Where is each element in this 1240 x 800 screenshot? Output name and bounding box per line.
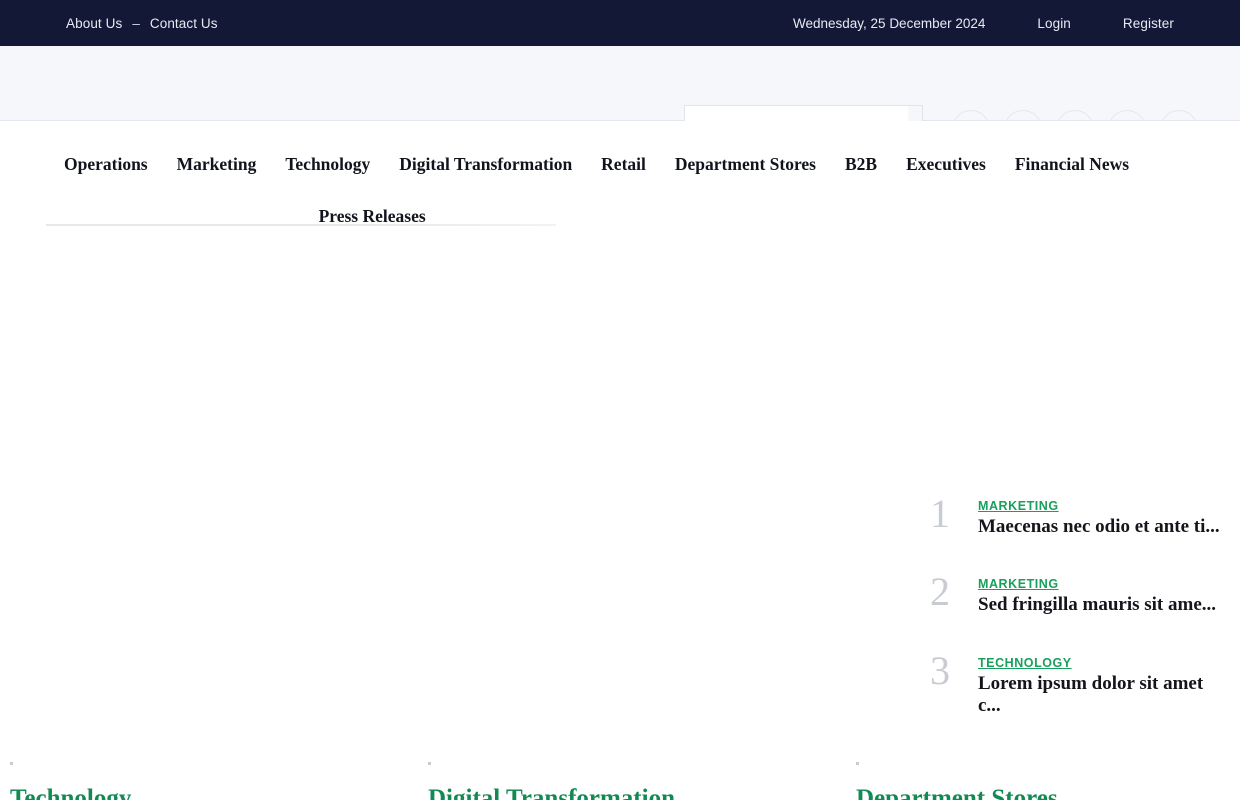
register-link[interactable]: Register: [1123, 16, 1174, 31]
nav-item-press-releases[interactable]: Press Releases: [319, 199, 426, 222]
trending-category[interactable]: MARKETING: [978, 577, 1216, 591]
nav-link-retail[interactable]: Retail: [601, 129, 646, 199]
nav-link-department-stores[interactable]: Department Stores: [675, 129, 816, 199]
trending-title[interactable]: Sed fringilla mauris sit ame...: [978, 594, 1216, 616]
topbar-right-links: Wednesday, 25 December 2024 Login Regist…: [793, 16, 1240, 31]
topbar-separator: –: [132, 15, 140, 31]
trending-title[interactable]: Lorem ipsum dolor sit amet c...: [978, 673, 1230, 718]
trending-rank: 3: [930, 647, 950, 693]
nav-link-trends[interactable]: Trends: [158, 199, 210, 222]
trending-title[interactable]: Maecenas nec odio et ante ti...: [978, 516, 1220, 538]
category-block-department-stores: Department Stores: [12, 757, 1058, 800]
nav-item-financial-news[interactable]: Financial News: [1015, 129, 1129, 199]
nav-item-events[interactable]: Events: [239, 199, 290, 222]
main-navigation: Operations Marketing Technology Digital …: [0, 121, 1240, 222]
nav-item-trends[interactable]: Trends: [158, 199, 210, 222]
nav-link-marketing[interactable]: Marketing: [177, 129, 257, 199]
nav-link-events[interactable]: Events: [239, 199, 290, 222]
nav-item-b2b[interactable]: B2B: [845, 129, 877, 199]
trending-rank: 2: [930, 569, 950, 615]
nav-item-technology[interactable]: Technology: [285, 129, 370, 199]
current-date: Wednesday, 25 December 2024: [793, 15, 986, 31]
topbar-left-links: About Us – Contact Us: [0, 16, 218, 31]
category-heading-row: Technology Digital Transformation Depart…: [0, 757, 1240, 800]
trending-item[interactable]: 2 MARKETING Sed fringilla mauris sit ame…: [930, 572, 1230, 616]
nav-link-podcasts[interactable]: Podcasts: [64, 199, 129, 222]
nav-item-executives[interactable]: Executives: [906, 129, 986, 199]
trending-item[interactable]: 3 TECHNOLOGY Lorem ipsum dolor sit amet …: [930, 647, 1230, 718]
nav-link-press-releases[interactable]: Press Releases: [319, 199, 426, 222]
contact-us-link[interactable]: Contact Us: [150, 16, 218, 31]
trending-body: TECHNOLOGY Lorem ipsum dolor sit amet c.…: [978, 651, 1230, 718]
trending-item[interactable]: 1 MARKETING Maecenas nec odio et ante ti…: [930, 494, 1230, 538]
trending-body: MARKETING Sed fringilla mauris sit ame..…: [978, 572, 1216, 616]
nav-item-department-stores[interactable]: Department Stores: [675, 129, 816, 199]
nav-link-financial-news[interactable]: Financial News: [1015, 129, 1129, 199]
topbar: About Us – Contact Us Wednesday, 25 Dece…: [0, 0, 1240, 46]
nav-list: Operations Marketing Technology Digital …: [0, 129, 1240, 222]
clipped-text-artifact: [46, 224, 556, 226]
nav-item-retail[interactable]: Retail: [601, 129, 646, 199]
trending-category[interactable]: TECHNOLOGY: [978, 656, 1230, 670]
nav-link-operations[interactable]: Operations: [64, 129, 148, 199]
trending-list: 1 MARKETING Maecenas nec odio et ante ti…: [930, 494, 1230, 752]
nav-link-technology[interactable]: Technology: [285, 129, 370, 199]
login-link[interactable]: Login: [1037, 16, 1071, 31]
trending-rank: 1: [930, 491, 950, 536]
nav-item-podcasts[interactable]: Podcasts: [64, 199, 129, 222]
broken-image-icon: [856, 762, 859, 765]
masthead: [0, 46, 1240, 154]
nav-link-executives[interactable]: Executives: [906, 129, 986, 199]
trending-body: MARKETING Maecenas nec odio et ante ti..…: [978, 494, 1220, 538]
trending-category[interactable]: MARKETING: [978, 499, 1220, 513]
nav-item-operations[interactable]: Operations: [64, 129, 148, 199]
about-us-link[interactable]: About Us: [66, 16, 122, 31]
nav-link-b2b[interactable]: B2B: [845, 129, 877, 199]
nav-link-digital-transformation[interactable]: Digital Transformation: [399, 129, 572, 199]
nav-item-marketing[interactable]: Marketing: [177, 129, 257, 199]
nav-item-digital-transformation[interactable]: Digital Transformation: [399, 129, 572, 199]
